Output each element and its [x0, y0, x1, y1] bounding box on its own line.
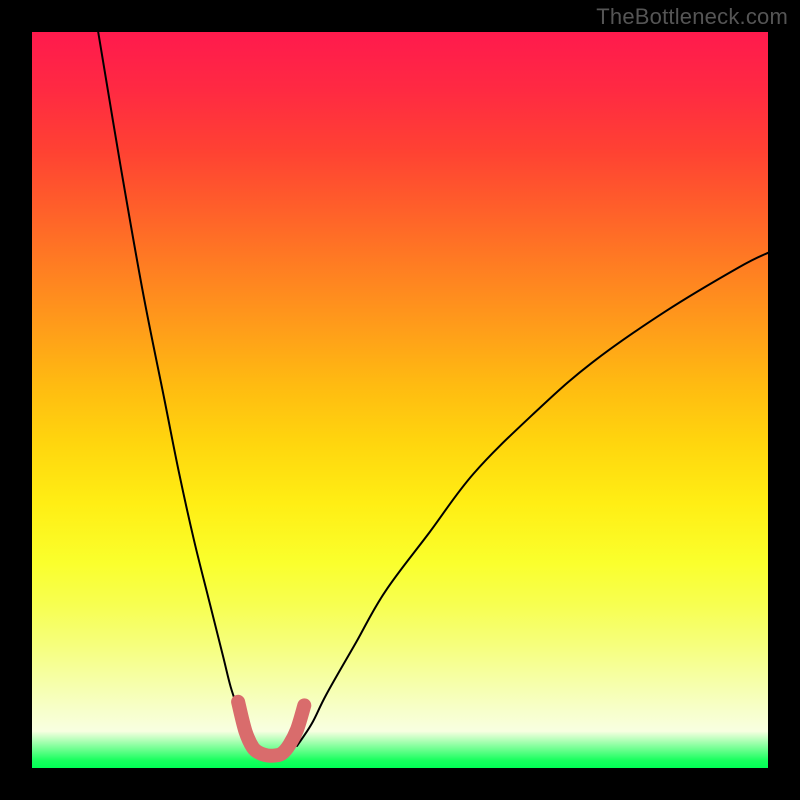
plot-area: [32, 32, 768, 768]
right-branch-path: [297, 253, 768, 746]
trough-marker-path: [238, 702, 304, 756]
attribution-text: TheBottleneck.com: [596, 4, 788, 30]
curve-svg: [32, 32, 768, 768]
left-branch-path: [98, 32, 253, 746]
chart-frame: TheBottleneck.com: [0, 0, 800, 800]
